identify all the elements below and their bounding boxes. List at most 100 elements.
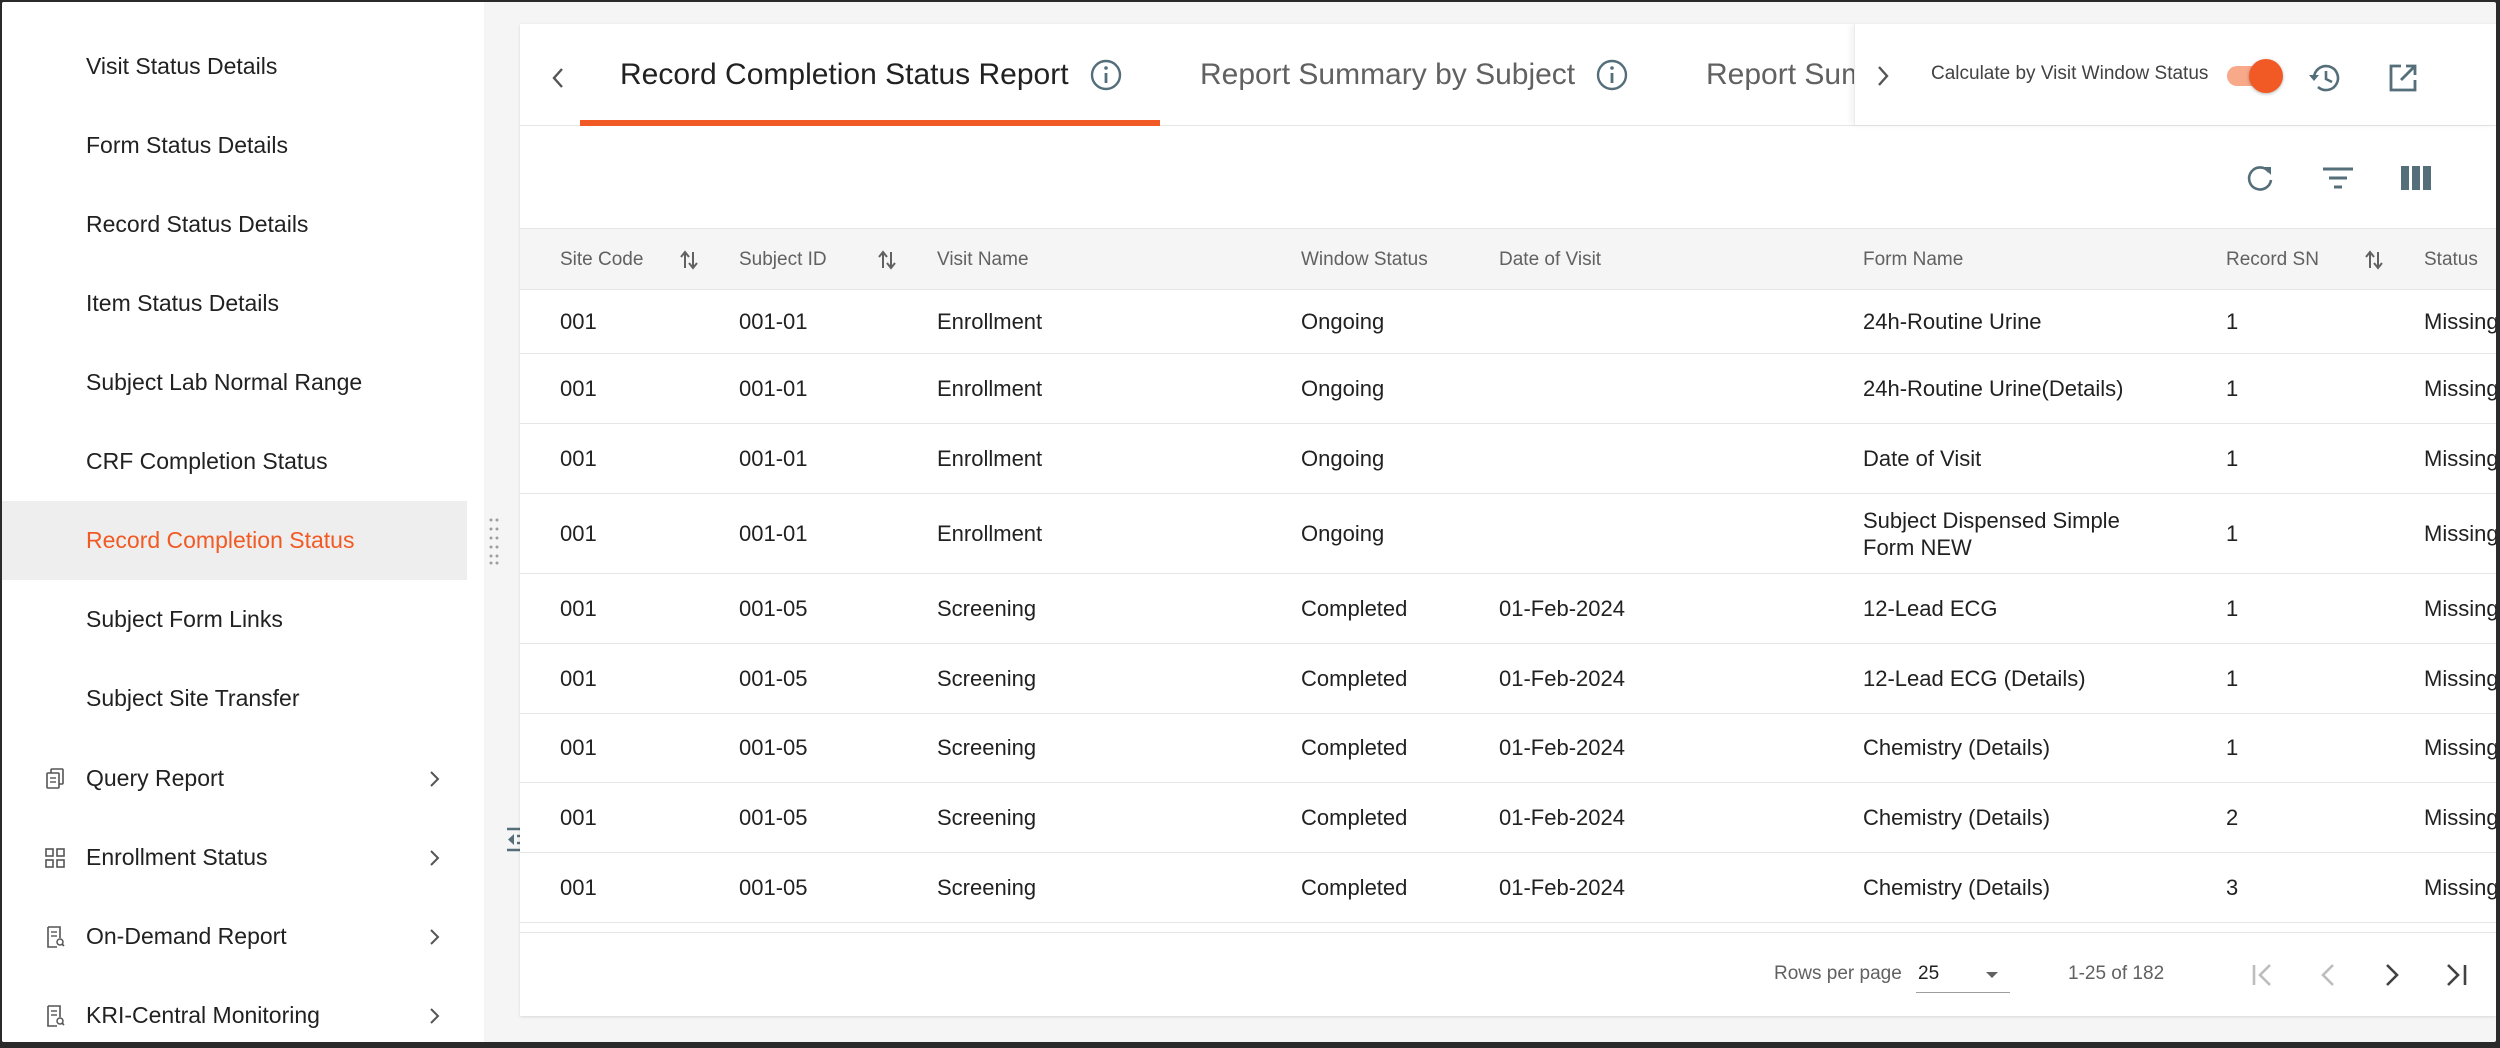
- cell-record-sn: 1: [2226, 375, 2239, 401]
- sidebar-group-label: Query Report: [86, 765, 225, 791]
- column-header-record-sn[interactable]: Record SN: [2226, 229, 2319, 291]
- cell-visit-name: Screening: [937, 665, 1037, 691]
- cell-visit-name: Screening: [937, 804, 1037, 830]
- table-row[interactable]: 001 001-05 Screening Completed 01-Feb-20…: [520, 644, 2496, 714]
- column-header-window-status[interactable]: Window Status: [1301, 229, 1428, 291]
- rows-per-page-select[interactable]: 25: [1916, 955, 2010, 993]
- history-button[interactable]: [2305, 58, 2345, 98]
- sidebar-item-label: Record Status Details: [86, 211, 309, 237]
- grid-icon: [44, 846, 66, 870]
- sidebar-resize-handle[interactable]: [489, 517, 499, 565]
- tab-scroll-left-button[interactable]: [540, 60, 576, 96]
- column-header-date-of-visit[interactable]: Date of Visit: [1499, 229, 1601, 291]
- tab-bar: Record Completion Status Report Report S…: [520, 24, 2496, 126]
- tab-label: Record Completion Status Report: [620, 58, 1069, 91]
- clipboard-copy-icon: [44, 767, 66, 791]
- sort-icon[interactable]: [2362, 248, 2386, 272]
- open-external-button[interactable]: [2383, 58, 2423, 98]
- sidebar-item-visit-status-details[interactable]: Visit Status Details: [2, 27, 467, 106]
- table-row[interactable]: 001 001-01 Enrollment Ongoing 24h-Routin…: [520, 290, 2496, 354]
- sidebar-group-label: KRI-Central Monitoring: [86, 1002, 320, 1028]
- first-page-button[interactable]: [2244, 955, 2284, 995]
- sidebar-group-query-report[interactable]: Query Report: [2, 739, 467, 818]
- filter-button[interactable]: [2318, 158, 2358, 198]
- next-page-button[interactable]: [2372, 955, 2412, 995]
- sidebar-group-enrollment-status[interactable]: Enrollment Status: [2, 818, 467, 897]
- sort-icon[interactable]: [677, 248, 701, 272]
- cell-status: Missing: [2424, 445, 2496, 471]
- cell-visit-name: Enrollment: [937, 520, 1043, 546]
- sidebar-item-subject-site-transfer[interactable]: Subject Site Transfer: [2, 659, 467, 738]
- cell-visit-name: Screening: [937, 735, 1037, 760]
- info-icon[interactable]: [1089, 58, 1123, 92]
- sidebar-item-record-completion-status[interactable]: Record Completion Status: [2, 501, 467, 580]
- chevron-right-icon: [424, 925, 444, 949]
- sidebar-item-subject-form-links[interactable]: Subject Form Links: [2, 580, 467, 659]
- column-header-status[interactable]: Status: [2424, 229, 2478, 291]
- sidebar-item-item-status-details[interactable]: Item Status Details: [2, 264, 467, 343]
- sidebar-item-crf-completion-status[interactable]: CRF Completion Status: [2, 422, 467, 501]
- sidebar-group-on-demand-report[interactable]: On-Demand Report: [2, 897, 467, 976]
- chevron-right-icon: [424, 767, 444, 791]
- column-header-subject-id[interactable]: Subject ID: [739, 229, 827, 291]
- caret-down-icon: [1982, 965, 2002, 985]
- report-icon: [44, 1004, 66, 1028]
- previous-page-button[interactable]: [2308, 955, 2348, 995]
- calculate-by-visit-window-label: Calculate by Visit Window Status: [1931, 63, 2209, 84]
- table-row[interactable]: 001 001-05 Screening Completed 01-Feb-20…: [520, 783, 2496, 853]
- sidebar-item-label: Form Status Details: [86, 132, 288, 158]
- tab-actions-panel: Calculate by Visit Window Status: [1854, 24, 2496, 125]
- pagination-footer: Rows per page 25 1-25 of 182: [520, 932, 2496, 1016]
- cell-window-status: Ongoing: [1301, 308, 1385, 334]
- sidebar-item-label: Visit Status Details: [86, 53, 278, 79]
- cell-form-name: Date of Visit: [1863, 445, 1982, 471]
- columns-button[interactable]: [2396, 158, 2436, 198]
- sidebar-group-kri-central-monitoring[interactable]: KRI-Central Monitoring: [2, 976, 467, 1042]
- calculate-by-visit-window-toggle[interactable]: [2223, 59, 2285, 93]
- cell-window-status: Completed: [1301, 595, 1408, 621]
- table-row[interactable]: 001 001-05 Screening Completed 01-Feb-20…: [520, 574, 2496, 644]
- refresh-button[interactable]: [2240, 158, 2280, 198]
- sort-icon[interactable]: [875, 248, 899, 272]
- cell-status: Missing: [2424, 874, 2496, 900]
- cell-subject-id: 001-05: [739, 665, 808, 691]
- sidebar-item-label: Record Completion Status: [86, 527, 355, 553]
- cell-visit-name: Screening: [937, 874, 1037, 900]
- cell-site-code: 001: [560, 375, 597, 401]
- active-tab-indicator: [580, 120, 1160, 126]
- table-row[interactable]: 001 001-01 Enrollment Ongoing Subject Di…: [520, 494, 2496, 574]
- sidebar-item-record-status-details[interactable]: Record Status Details: [2, 185, 467, 264]
- tab-report-summary-by-subject[interactable]: Report Summary by Subject: [1200, 24, 1629, 126]
- table-header: Site Code Subject ID Visit Name Window S…: [520, 228, 2496, 290]
- sidebar-item-form-status-details[interactable]: Form Status Details: [2, 106, 467, 185]
- cell-status: Missing: [2424, 665, 2496, 691]
- table-row[interactable]: 001 001-01 Enrollment Ongoing Date of Vi…: [520, 424, 2496, 494]
- table-row[interactable]: 001 001-01 Enrollment Ongoing 24h-Routin…: [520, 354, 2496, 424]
- cell-record-sn: 1: [2226, 520, 2239, 546]
- last-page-button[interactable]: [2436, 955, 2476, 995]
- cell-date-of-visit: 01-Feb-2024: [1499, 735, 1625, 760]
- sidebar-item-label: Subject Site Transfer: [86, 685, 300, 711]
- cell-form-name: 12-Lead ECG: [1863, 595, 1998, 621]
- cell-subject-id: 001-01: [739, 520, 808, 546]
- sidebar-item-label: Subject Form Links: [86, 606, 283, 632]
- sidebar-item-subject-lab-normal-range[interactable]: Subject Lab Normal Range: [2, 343, 467, 422]
- column-header-visit-name[interactable]: Visit Name: [937, 229, 1029, 291]
- column-header-form-name[interactable]: Form Name: [1863, 229, 1963, 291]
- sidebar-item-label: CRF Completion Status: [86, 448, 328, 474]
- cell-window-status: Completed: [1301, 735, 1408, 760]
- tab-scroll-right-button[interactable]: [1865, 58, 1901, 94]
- info-icon[interactable]: [1595, 58, 1629, 92]
- table-row[interactable]: 001 001-05 Screening Completed 01-Feb-20…: [520, 853, 2496, 923]
- report-icon: [44, 925, 66, 949]
- cell-subject-id: 001-05: [739, 595, 808, 621]
- cell-form-name: Chemistry (Details): [1863, 874, 2051, 900]
- cell-status: Missing: [2424, 308, 2496, 334]
- tab-report-summary-truncated[interactable]: Report Sum: [1706, 24, 1866, 126]
- tab-record-completion-status-report[interactable]: Record Completion Status Report: [620, 24, 1123, 126]
- column-header-site-code[interactable]: Site Code: [560, 229, 643, 291]
- cell-site-code: 001: [560, 445, 597, 471]
- rows-per-page-label: Rows per page: [1774, 963, 1902, 984]
- sidebar-item-label: Subject Lab Normal Range: [86, 369, 363, 395]
- table-row[interactable]: 001 001-05 Screening Completed 01-Feb-20…: [520, 714, 2496, 783]
